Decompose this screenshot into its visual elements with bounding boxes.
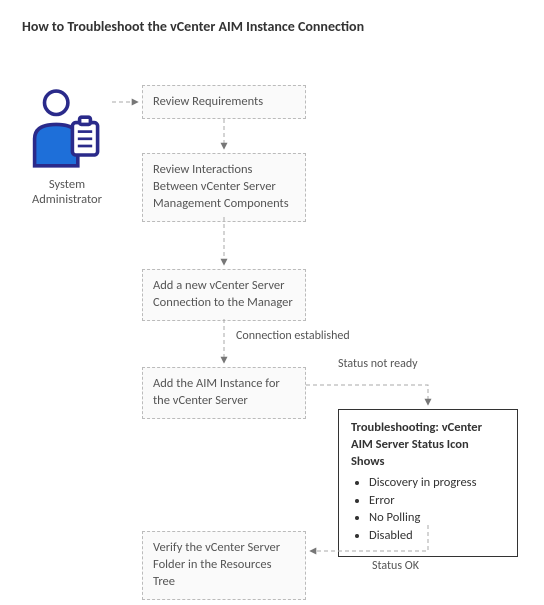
step-review-requirements: Review Requirements (142, 85, 306, 119)
step-text: Verify the vCenter Server Folder in the … (153, 540, 280, 589)
step-add-connection: Add a new vCenter Server Connection to t… (142, 269, 306, 321)
troubleshoot-title: Troubleshooting: vCenter AIM Server Stat… (351, 420, 505, 471)
actor-label: System Administrator (17, 177, 117, 207)
troubleshoot-item: Error (369, 493, 505, 510)
edge-label-connection-established: Connection established (236, 329, 350, 343)
troubleshoot-item: Discovery in progress (369, 475, 505, 492)
step-text: Review Requirements (153, 94, 263, 109)
system-administrator-icon (22, 83, 112, 173)
step-text: Review Interactions Between vCenter Serv… (153, 162, 289, 211)
step-review-interactions: Review Interactions Between vCenter Serv… (142, 153, 306, 222)
troubleshoot-item: No Polling (369, 510, 505, 527)
edge-label-status-not-ready: Status not ready (338, 357, 418, 371)
flowchart-canvas: System Administrator Review Requirements… (12, 57, 532, 587)
step-verify-folder: Verify the vCenter Server Folder in the … (142, 531, 306, 600)
step-text: Add a new vCenter Server Connection to t… (153, 278, 293, 310)
troubleshoot-list: Discovery in progress Error No Polling D… (369, 475, 505, 546)
actor-label-line2: Administrator (17, 192, 117, 207)
troubleshooting-box: Troubleshooting: vCenter AIM Server Stat… (338, 409, 518, 557)
edge-label-status-ok: Status OK (372, 559, 419, 573)
actor-label-line1: System (17, 177, 117, 192)
page-title: How to Troubleshoot the vCenter AIM Inst… (22, 18, 532, 35)
troubleshoot-item: Disabled (369, 528, 505, 545)
step-add-aim-instance: Add the AIM Instance for the vCenter Ser… (142, 367, 306, 419)
step-text: Add the AIM Instance for the vCenter Ser… (153, 376, 280, 408)
